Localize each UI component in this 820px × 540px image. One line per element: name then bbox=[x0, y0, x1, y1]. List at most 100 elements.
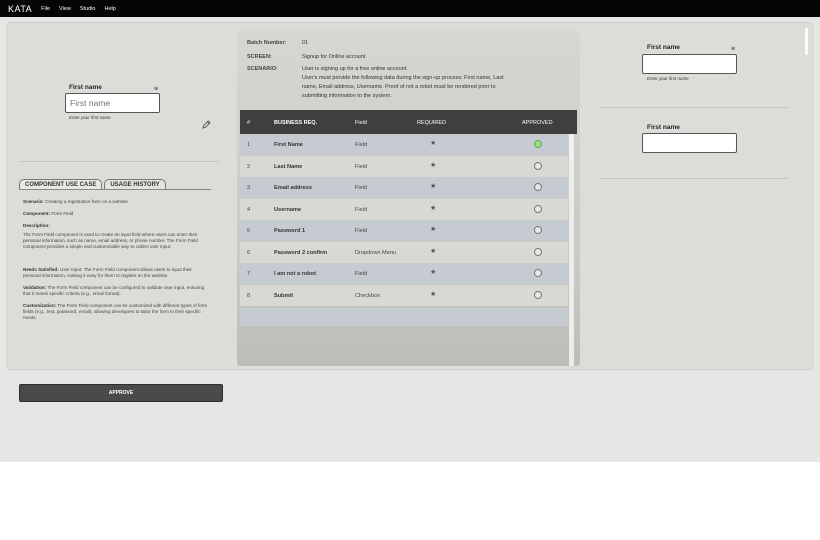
approved-radio[interactable] bbox=[534, 183, 542, 191]
row-business-req: Submit bbox=[274, 292, 293, 299]
preview-field-label: First name bbox=[69, 84, 102, 91]
table-header: # BUSINESS REQ. Field REQUIRED APPROVED bbox=[240, 110, 577, 134]
needs-label: Needs Satisfied: bbox=[23, 267, 59, 272]
table-row[interactable]: 2 Last Name Field ★ bbox=[240, 155, 568, 177]
row-field-type: Field bbox=[355, 163, 368, 170]
row-business-req: First Name bbox=[274, 142, 303, 148]
row-number: 8 bbox=[247, 292, 251, 299]
screen-value: Signup for Online account bbox=[302, 54, 366, 60]
scenario-text: Creating a registration form on a websit… bbox=[45, 199, 128, 204]
screen-label: SCREEN: bbox=[247, 54, 272, 60]
requirements-table: # BUSINESS REQ. Field REQUIRED APPROVED … bbox=[240, 110, 577, 366]
row-number: 3 bbox=[247, 185, 251, 191]
approved-radio[interactable] bbox=[534, 204, 542, 213]
table-row[interactable]: 5 Password 1 Field ★ bbox=[240, 220, 568, 241]
row-business-req: Username bbox=[274, 206, 302, 213]
menu-file[interactable]: File bbox=[41, 6, 50, 12]
scenario-label: Scenario: bbox=[23, 199, 44, 204]
approved-radio[interactable] bbox=[534, 290, 542, 299]
row-required-star-icon: ★ bbox=[430, 290, 437, 298]
row-required-star-icon: ★ bbox=[430, 204, 437, 212]
scenario-key: SCENARIO: bbox=[247, 66, 278, 72]
batch-number-label: Batch Number: bbox=[247, 40, 287, 46]
right-first-name-input-1[interactable] bbox=[642, 54, 737, 74]
row-number: 6 bbox=[247, 249, 251, 256]
approved-radio[interactable] bbox=[534, 269, 542, 277]
tab-underline bbox=[19, 189, 211, 190]
row-required-star-icon: ★ bbox=[430, 226, 437, 233]
row-number: 4 bbox=[247, 206, 251, 213]
row-required-star-icon: ★ bbox=[430, 183, 437, 190]
scenario-line-2: User's must provide the following data d… bbox=[302, 75, 504, 81]
row-business-req: Last Name bbox=[274, 163, 303, 170]
app-window: KATA File View Studio Help First name ⊕ … bbox=[0, 0, 820, 462]
preview-field-hint: Enter your first name bbox=[69, 115, 111, 120]
table-empty-row bbox=[240, 308, 568, 326]
right-field-label-2: First name bbox=[647, 124, 680, 131]
row-field-type: Field bbox=[355, 185, 368, 191]
approved-radio[interactable] bbox=[534, 226, 542, 234]
row-required-star-icon: ★ bbox=[430, 269, 437, 276]
customization-label: Customization: bbox=[23, 303, 57, 308]
table-row[interactable]: 8 Submit Checkbox ★ bbox=[240, 284, 568, 306]
right-scrollbar[interactable] bbox=[805, 28, 808, 55]
table-row[interactable]: 7 I am not a robot Field ★ bbox=[240, 263, 568, 284]
approved-radio[interactable] bbox=[534, 247, 542, 256]
menu-studio[interactable]: Studio bbox=[80, 6, 96, 12]
app-logo: KATA bbox=[8, 3, 33, 14]
row-field-type: Dropdown Menu bbox=[355, 249, 397, 256]
col-field: Field bbox=[355, 120, 367, 126]
table-scrollbar[interactable] bbox=[570, 135, 573, 161]
right-field-label-1: First name bbox=[647, 44, 680, 51]
col-required: REQUIRED bbox=[417, 120, 447, 126]
row-number: 5 bbox=[247, 228, 251, 234]
row-business-req: Password 1 bbox=[274, 228, 306, 234]
menu-bar: KATA File View Studio Help bbox=[0, 0, 820, 17]
row-number: 1 bbox=[247, 142, 251, 148]
row-business-req: Password 2 confirm bbox=[274, 249, 328, 256]
row-number: 2 bbox=[247, 163, 251, 170]
batch-number: 01 bbox=[302, 40, 309, 46]
col-number: # bbox=[247, 120, 251, 126]
row-required-star-icon: ★ bbox=[430, 247, 437, 255]
row-field-type: Checkbox bbox=[355, 292, 380, 299]
validation-text: The Form Field component can be configur… bbox=[23, 285, 205, 296]
use-case-content: Scenario: Creating a registration form o… bbox=[23, 199, 208, 327]
row-business-req: Email address bbox=[274, 185, 312, 191]
edit-pencil-icon[interactable] bbox=[202, 120, 211, 129]
right-divider-2 bbox=[600, 178, 788, 179]
scenario-line-4: submitting information to the system. bbox=[302, 93, 392, 99]
menu-view[interactable]: View bbox=[59, 6, 71, 12]
table-body: 1 First Name Field ★ 2 Last Name Field ★ 3 Email … bbox=[240, 134, 568, 366]
right-required-icon: ⊕ bbox=[731, 46, 736, 52]
row-required-star-icon: ★ bbox=[430, 140, 437, 147]
table-row[interactable]: 1 First Name Field ★ bbox=[240, 134, 568, 155]
preview-first-name-input[interactable] bbox=[65, 93, 160, 113]
menu-help[interactable]: Help bbox=[104, 6, 115, 12]
left-divider bbox=[19, 161, 219, 162]
row-field-type: Field bbox=[355, 271, 368, 277]
table-row[interactable]: 4 Username Field ★ bbox=[240, 198, 568, 220]
table-row[interactable]: 3 Email address Field ★ bbox=[240, 177, 568, 198]
approved-radio[interactable] bbox=[534, 161, 542, 170]
validation-label: Validation: bbox=[23, 285, 47, 290]
right-first-name-input-2[interactable] bbox=[642, 133, 737, 153]
row-field-type: Field bbox=[355, 206, 368, 213]
row-field-type: Field bbox=[355, 142, 368, 148]
right-divider-1 bbox=[600, 107, 788, 108]
scenario-line-1: User is signing up for a free online acc… bbox=[302, 66, 408, 72]
description-text: The Form Field component is used to crea… bbox=[23, 232, 198, 249]
right-field-hint: Enter your first name bbox=[647, 76, 689, 81]
row-required-star-icon: ★ bbox=[430, 161, 437, 169]
approve-button[interactable]: APPROVE bbox=[19, 384, 223, 402]
component-label: Component: bbox=[23, 211, 51, 216]
row-number: 7 bbox=[247, 271, 251, 277]
table-scroll-track[interactable] bbox=[569, 134, 574, 366]
scenario-line-3: name, Email address, Username. Proof of … bbox=[302, 84, 496, 90]
table-row[interactable]: 6 Password 2 confirm Dropdown Menu ★ bbox=[240, 241, 568, 263]
description-label: Description: bbox=[23, 223, 50, 228]
component-text: Form Field bbox=[51, 211, 74, 216]
approved-radio[interactable] bbox=[534, 140, 542, 148]
row-field-type: Field bbox=[355, 228, 368, 234]
col-approved: APPROVED bbox=[522, 120, 553, 126]
